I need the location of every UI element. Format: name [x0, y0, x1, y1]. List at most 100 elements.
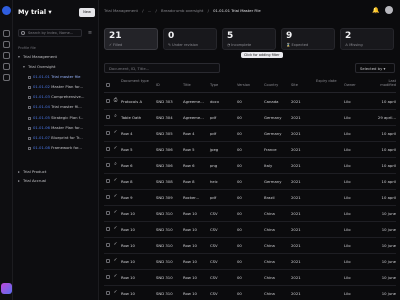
tree-item[interactable]: 01.01.05 Strategic Plan f... — [28, 114, 83, 122]
select-all-checkbox[interactable] — [106, 83, 110, 87]
table-cell: Row 10 — [183, 243, 197, 248]
check-icon: ✓ — [109, 43, 113, 47]
selected-by-dropdown[interactable]: Selected by ▾ — [355, 63, 395, 73]
table-row[interactable]: ✓ Row 10 SND 310 Row 10 CSV 00 China 2021 Lilo 10… — [104, 286, 396, 300]
document-search-input[interactable]: Document, ID, Title... — [104, 63, 220, 73]
tree-item[interactable]: 01.01.02 Master Plan for... — [28, 83, 83, 91]
trash-icon[interactable] — [3, 74, 10, 81]
table-row[interactable]: ✓ Row 10 SND 310 Row 10 CSV 00 China 2021 Lilo 10… — [104, 270, 396, 286]
table-cell: Row 10 — [183, 275, 197, 280]
tree-item[interactable]: 01.01.07 Blueprint for Tr... — [28, 134, 83, 142]
row-checkbox[interactable] — [106, 195, 110, 199]
search-icon — [21, 31, 25, 35]
table-cell: 10 june — [381, 291, 396, 296]
tree-item[interactable]: 01.01.04 Trial master fil... — [28, 103, 82, 111]
tree-item[interactable]: 01.01.06 Master Plan for... — [28, 124, 83, 132]
table-row[interactable]: ✓ Row 5 SND 306 Row 5 jpeg 00 France 2021 Lilo 10… — [104, 142, 396, 158]
new-button[interactable]: New — [79, 8, 95, 17]
breadcrumb-item[interactable]: Breadcrumb oversight — [161, 8, 203, 13]
table-cell: CSV — [210, 259, 218, 264]
column-header[interactable]: Site — [291, 83, 314, 87]
row-checkbox[interactable] — [106, 227, 110, 231]
row-checkbox[interactable] — [106, 131, 110, 135]
table-row[interactable]: ✓ Row 9 SND 309 Rocker... pdf 00 Brazil 2021 Lil… — [104, 190, 396, 206]
column-header[interactable]: Last modified — [374, 79, 396, 87]
column-header[interactable]: ID — [156, 83, 181, 87]
document-type-icon: ✓ — [113, 210, 118, 215]
table-cell: 2021 — [291, 179, 301, 184]
column-header[interactable]: Version — [237, 83, 262, 87]
tree-item-label: Blueprint for Tr... — [51, 135, 83, 140]
tree-item[interactable]: 01.01.01 Trial master file — [28, 73, 81, 81]
chart-icon[interactable] — [3, 52, 10, 59]
table-cell: Lilo — [344, 131, 351, 136]
tree-item[interactable]: ▾ Trial Management — [18, 53, 57, 61]
table-row[interactable]: ⌕ Row 6 SND 306 Row 6 png 00 Italy 2021 Lilo 10 a… — [104, 158, 396, 174]
table-cell: 00 — [237, 259, 242, 264]
table-cell: Lilo — [344, 147, 351, 152]
tree-item[interactable]: 01.01.08 Framework for... — [28, 144, 82, 152]
sidebar-search-input[interactable]: Search by Index, Name... — [18, 29, 82, 37]
table-cell: CSV — [210, 227, 218, 232]
table-row[interactable]: ✓ Row 10 SND 310 Row 10 CSV 00 China 2021 Lilo 10… — [104, 238, 396, 254]
status-count: 0 — [168, 31, 175, 41]
status-label: ✓Filled — [109, 43, 122, 47]
document-type-icon: ✓ — [113, 258, 118, 263]
user-avatar[interactable] — [385, 6, 393, 14]
table-row[interactable]: ✓ Row 4 SND 305 Row 4 pdf 00 Germany 2021 Lilo 10… — [104, 126, 396, 142]
column-header[interactable]: Type — [210, 83, 235, 87]
home-icon[interactable] — [3, 30, 10, 37]
status-label-text: Expected — [291, 43, 309, 47]
logo-icon[interactable] — [2, 6, 11, 15]
row-checkbox[interactable] — [106, 259, 110, 263]
row-checkbox[interactable] — [106, 243, 110, 247]
column-header[interactable]: Title — [183, 83, 208, 87]
tree-item-code: 01.01.05 — [33, 115, 50, 120]
row-checkbox[interactable] — [106, 291, 110, 295]
table-row[interactable]: ✓ Row 8 SND 308 Row 8 heic 00 Germany 2021 Lilo 1… — [104, 174, 396, 190]
filter-icon[interactable]: ≡ — [86, 30, 94, 36]
tree-item[interactable]: 01.01.03 Comprehensive... — [28, 93, 84, 101]
column-header[interactable]: Country — [264, 83, 289, 87]
table-cell: Brazil — [264, 195, 275, 200]
workspace-title[interactable]: My trial ▾ — [18, 8, 52, 16]
row-checkbox[interactable] — [106, 147, 110, 151]
table-cell: CSV — [210, 243, 218, 248]
table-row[interactable]: ✓ Row 10 SND 310 Row 10 CSV 00 China 2021 Lilo 10… — [104, 222, 396, 238]
table-cell: Row 6 — [183, 163, 195, 168]
row-checkbox[interactable] — [106, 115, 110, 119]
status-card-under-revision[interactable]: 0 ✎Under revision — [163, 28, 217, 50]
row-checkbox[interactable] — [106, 163, 110, 167]
table-cell: 2021 — [291, 195, 301, 200]
folder-icon[interactable] — [3, 41, 10, 48]
bell-icon[interactable]: 🔔 — [372, 7, 379, 14]
breadcrumb-item[interactable]: ... — [148, 8, 152, 13]
tree-item[interactable]: ▾ Trial Oversight — [23, 63, 55, 71]
avatar[interactable] — [1, 283, 12, 294]
tree-item-label: Trial Management — [23, 54, 57, 59]
row-checkbox[interactable] — [106, 99, 110, 103]
tree-item[interactable]: ▸ Trial Product — [18, 168, 46, 176]
status-card-incomplete[interactable]: 5 ◔Incomplete — [222, 28, 276, 50]
status-card-filled[interactable]: 21 ✓Filled — [104, 28, 158, 50]
column-header[interactable]: Owner — [344, 83, 372, 87]
table-cell: 00 — [237, 115, 242, 120]
status-card-missing[interactable]: 2 ⚠Missing — [340, 28, 394, 50]
row-checkbox[interactable] — [106, 211, 110, 215]
row-checkbox[interactable] — [106, 275, 110, 279]
settings-icon[interactable] — [3, 63, 10, 70]
tree-item[interactable]: ▸ Trial Accrual — [18, 177, 46, 185]
breadcrumb-item[interactable]: Trial Management — [104, 8, 138, 13]
table-row[interactable]: ✓ Row 10 SND 310 Row 10 CSV 00 China 2021 Lilo 10… — [104, 206, 396, 222]
status-label-text: Under revision — [172, 43, 199, 47]
document-type-icon: ✓ — [113, 130, 118, 135]
table-row[interactable]: ✓ Row 10 SND 310 Row 10 CSV 00 China 2021 Lilo 10… — [104, 254, 396, 270]
breadcrumb-separator: / — [207, 8, 209, 13]
column-header[interactable]: Expiry date — [316, 79, 342, 83]
document-type-icon: ✓ — [113, 290, 118, 295]
column-header[interactable]: Document type — [121, 79, 154, 83]
table-row[interactable]: ⎙ Protocols A SND 303 Agreeme... docx 00 Canad… — [104, 94, 396, 110]
status-card-expected[interactable]: 9 ⌛Expected — [281, 28, 335, 50]
row-checkbox[interactable] — [106, 179, 110, 183]
table-row[interactable]: ⌕ Table Oath SND 304 Agreeme... pdf 00 Germany… — [104, 110, 396, 126]
